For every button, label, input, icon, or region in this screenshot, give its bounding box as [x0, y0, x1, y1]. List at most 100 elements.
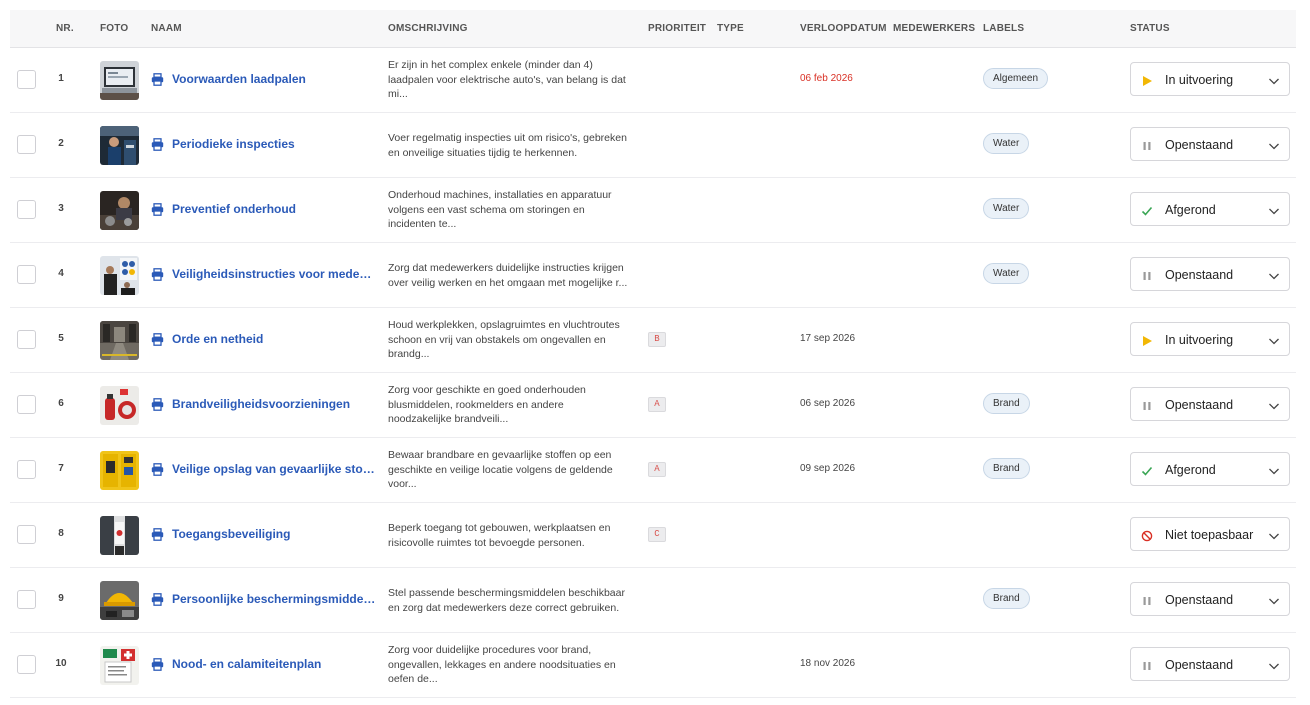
description-line: Voer regelmatig inspecties uit om risico…: [388, 132, 627, 144]
description-line: noodzakelijke brandveili...: [388, 413, 509, 425]
chevron-down-icon: [1268, 334, 1280, 346]
table-row[interactable]: 7 Veilige opslag van gevaarlijke stoffen B…: [10, 438, 1296, 503]
description-line: mi...: [388, 88, 408, 100]
printer-icon[interactable]: [151, 203, 164, 216]
description-line: voor...: [388, 478, 417, 490]
printer-icon[interactable]: [151, 593, 164, 606]
column-header-prioriteit[interactable]: PRIORITEIT: [648, 23, 706, 34]
row-photo[interactable]: [100, 126, 139, 165]
row-name-link[interactable]: Veiligheidsinstructies voor medewerkers: [172, 267, 377, 281]
row-photo[interactable]: [100, 451, 139, 490]
row-photo[interactable]: [100, 61, 139, 100]
row-photo[interactable]: [100, 191, 139, 230]
status-dropdown[interactable]: Openstaand: [1130, 647, 1290, 681]
column-header-nr[interactable]: NR.: [56, 23, 74, 34]
description-line: Onderhoud machines, installaties en appa…: [388, 189, 612, 201]
row-checkbox[interactable]: [17, 395, 36, 414]
chevron-down-icon: [1268, 464, 1280, 476]
row-name-link[interactable]: Persoonlijke beschermingsmiddelen: [172, 592, 377, 606]
status-dropdown[interactable]: Openstaand: [1130, 582, 1290, 616]
table-row[interactable]: 8 Toegangsbeveiliging Beperk toegang tot g…: [10, 503, 1296, 568]
printer-icon[interactable]: [151, 268, 164, 281]
chevron-down-icon: [1268, 139, 1280, 151]
row-checkbox[interactable]: [17, 265, 36, 284]
table-row[interactable]: 10 Nood- en calamiteitenplan Zorg voor dui…: [10, 633, 1296, 698]
row-number: 2: [58, 138, 64, 149]
column-header-foto: FOTO: [100, 23, 129, 34]
status-value: Openstaand: [1165, 593, 1234, 607]
column-header-omschrijving[interactable]: OMSCHRIJVING: [388, 23, 468, 34]
table-row[interactable]: 9 Persoonlijke beschermingsmiddelen Stel p…: [10, 568, 1296, 633]
row-checkbox[interactable]: [17, 655, 36, 674]
row-name-link[interactable]: Brandveiligheidsvoorzieningen: [172, 397, 377, 411]
status-dropdown[interactable]: Openstaand: [1130, 127, 1290, 161]
due-date: 06 feb 2026: [800, 73, 853, 84]
printer-icon[interactable]: [151, 333, 164, 346]
row-checkbox[interactable]: [17, 525, 36, 544]
row-name-link[interactable]: Preventief onderhoud: [172, 202, 377, 216]
row-checkbox[interactable]: [17, 460, 36, 479]
priority-badge: A: [648, 397, 666, 412]
label-badge: Brand: [983, 588, 1030, 609]
printer-icon[interactable]: [151, 463, 164, 476]
row-name-link[interactable]: Periodieke inspecties: [172, 137, 377, 151]
row-photo[interactable]: [100, 516, 139, 555]
table-row[interactable]: 1 Voorwaarden laadpalen Er zijn in het com…: [10, 48, 1296, 113]
row-photo[interactable]: [100, 321, 139, 360]
column-header-naam[interactable]: NAAM: [151, 23, 182, 34]
status-value: Openstaand: [1165, 268, 1234, 282]
row-photo[interactable]: [100, 646, 139, 685]
row-photo[interactable]: [100, 386, 139, 425]
printer-icon[interactable]: [151, 398, 164, 411]
label-badge: Brand: [983, 393, 1030, 414]
row-photo[interactable]: [100, 256, 139, 295]
column-header-labels[interactable]: LABELS: [983, 23, 1024, 34]
due-date: 09 sep 2026: [800, 463, 856, 474]
row-name-link[interactable]: Orde en netheid: [172, 332, 377, 346]
row-checkbox[interactable]: [17, 135, 36, 154]
row-name-link[interactable]: Toegangsbeveiliging: [172, 527, 377, 541]
label-badge: Brand: [983, 458, 1030, 479]
table-row[interactable]: 3 Preventief onderhoud Onderhoud machines,…: [10, 178, 1296, 243]
status-dropdown[interactable]: Openstaand: [1130, 387, 1290, 421]
status-dropdown[interactable]: Openstaand: [1130, 257, 1290, 291]
row-name-link[interactable]: Veilige opslag van gevaarlijke stoffen: [172, 462, 377, 476]
description-line: Stel passende beschermingsmiddelen besch…: [388, 587, 625, 599]
printer-icon[interactable]: [151, 528, 164, 541]
description-line: over veilig werken en het omgaan met mog…: [388, 276, 628, 289]
printer-icon[interactable]: [151, 658, 164, 671]
label-badge: Water: [983, 263, 1030, 284]
status-dropdown[interactable]: Afgerond: [1130, 452, 1290, 486]
row-checkbox[interactable]: [17, 70, 36, 89]
row-photo[interactable]: [100, 581, 139, 620]
row-description: Zorg voor geschikte en goed onderhouden b…: [388, 383, 640, 427]
row-number: 4: [58, 268, 64, 279]
row-checkbox[interactable]: [17, 200, 36, 219]
status-dropdown[interactable]: In uitvoering: [1130, 62, 1290, 96]
table-row[interactable]: 2 Periodieke inspecties Voer regelmatig in…: [10, 113, 1296, 178]
row-number: 3: [58, 203, 64, 214]
label-badge: Water: [983, 133, 1030, 154]
row-checkbox[interactable]: [17, 590, 36, 609]
status-dropdown[interactable]: In uitvoering: [1130, 322, 1290, 356]
printer-icon[interactable]: [151, 73, 164, 86]
row-name-link[interactable]: Voorwaarden laadpalen: [172, 72, 377, 86]
column-header-verloopdatum[interactable]: VERLOOPDATUM: [800, 23, 887, 34]
description-line: risicovolle ruimtes tot bevoegde persone…: [388, 536, 585, 549]
row-name-link[interactable]: Nood- en calamiteitenplan: [172, 657, 377, 671]
status-value: In uitvoering: [1165, 73, 1234, 87]
status-dropdown[interactable]: Niet toepasbaar: [1130, 517, 1290, 551]
column-header-medewerkers[interactable]: MEDEWERKERS: [893, 23, 975, 34]
row-description: Voer regelmatig inspecties uit om risico…: [388, 131, 640, 160]
row-description: Zorg voor duidelijke procedures voor bra…: [388, 643, 640, 687]
row-checkbox[interactable]: [17, 330, 36, 349]
play-icon: [1141, 74, 1153, 86]
printer-icon[interactable]: [151, 138, 164, 151]
table-row[interactable]: 4 Veiligheidsinstructies voor medewerkers…: [10, 243, 1296, 308]
table-row[interactable]: 6 Brandveiligheidsvoorzieningen Zorg voor …: [10, 373, 1296, 438]
column-header-type[interactable]: TYPE: [717, 23, 744, 34]
status-dropdown[interactable]: Afgerond: [1130, 192, 1290, 226]
column-header-status[interactable]: STATUS: [1130, 23, 1170, 34]
status-value: Openstaand: [1165, 658, 1234, 672]
table-row[interactable]: 5 Orde en netheid Houd werkplekken, opslag…: [10, 308, 1296, 373]
